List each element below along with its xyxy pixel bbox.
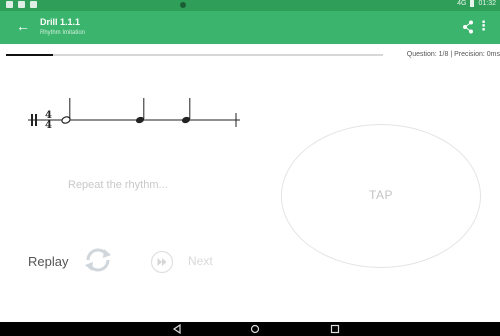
half-note — [61, 98, 71, 124]
overflow-menu-icon[interactable]: ⋮ — [477, 18, 490, 34]
instruction-text: Repeat the rhythm... — [68, 179, 168, 191]
replay-icon[interactable] — [78, 246, 118, 274]
share-icon[interactable] — [462, 20, 474, 34]
quarter-note — [135, 98, 145, 124]
question-info: Question: 1/8 | Precision: 0ms — [406, 51, 500, 58]
drill-subtitle: Rhythm Imitation — [40, 30, 86, 36]
status-notification-icons — [6, 1, 37, 8]
nav-recents-icon[interactable] — [330, 324, 340, 334]
quarter-note — [181, 98, 191, 124]
signal-text: 4G — [457, 0, 467, 7]
back-arrow-icon[interactable]: ← — [16, 18, 30, 34]
status-right: 4G 01:32 — [457, 0, 496, 7]
tap-label: TAP — [369, 188, 393, 202]
percussion-clef-bar — [35, 114, 37, 126]
system-nav-bar — [0, 322, 500, 336]
camera-dot — [180, 2, 186, 8]
rhythm-staff: 4 4 — [28, 98, 240, 131]
notification-icon — [6, 1, 13, 8]
next-icon[interactable] — [150, 250, 174, 274]
drill-title: Drill 1.1.1 — [40, 17, 81, 27]
notification-icon — [18, 1, 25, 8]
battery-icon — [470, 0, 475, 7]
time-signature-bottom: 4 — [45, 120, 52, 131]
nav-back-icon[interactable] — [172, 324, 182, 334]
question-progress-fill — [6, 54, 54, 56]
status-bar: 4G 01:32 — [0, 0, 500, 11]
app-bar: ← Drill 1.1.1 Rhythm Imitation ⋮ — [0, 11, 500, 44]
replay-label[interactable]: Replay — [28, 254, 68, 269]
percussion-clef-bar — [31, 114, 33, 126]
next-label[interactable]: Next — [188, 254, 213, 268]
notification-icon — [30, 1, 37, 8]
question-progress-bar — [6, 54, 383, 56]
nav-home-icon[interactable] — [250, 324, 260, 334]
tap-button[interactable]: TAP — [281, 124, 481, 268]
clock: 01:32 — [478, 0, 496, 7]
